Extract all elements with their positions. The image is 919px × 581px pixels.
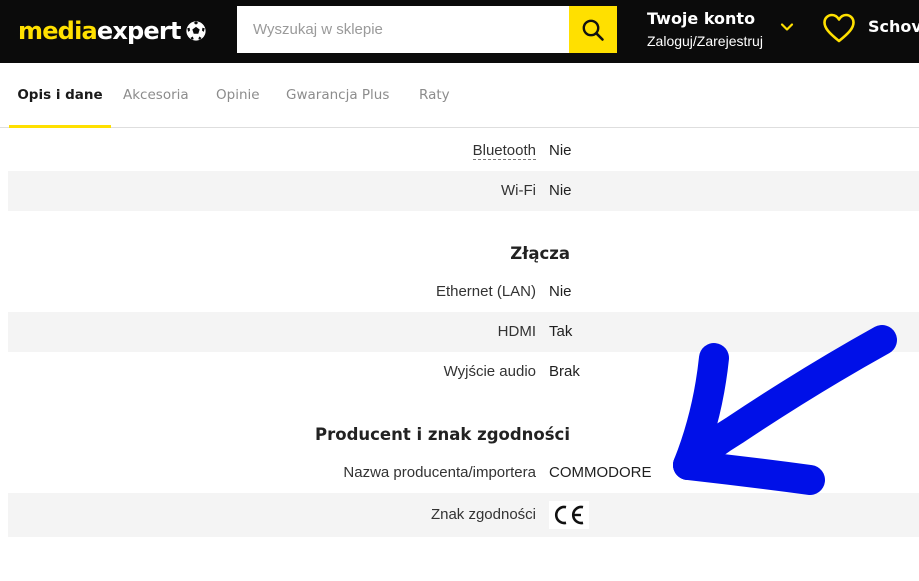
- spec-label[interactable]: Bluetooth: [472, 131, 536, 171]
- logo-media-text: media: [18, 17, 98, 45]
- tab-description[interactable]: Opis i dane: [9, 63, 111, 128]
- tab-accessories[interactable]: Akcesoria: [111, 63, 201, 127]
- spec-label: Wyjście audio: [443, 363, 536, 380]
- heart-icon[interactable]: [822, 12, 856, 46]
- section-title-connectors: Złącza: [510, 244, 570, 263]
- account-title: Twoje konto: [647, 9, 756, 28]
- annotation-arrow: [673, 325, 897, 495]
- spec-label: Nazwa producenta/importera: [343, 464, 536, 481]
- search-icon: [582, 19, 604, 41]
- spec-value: Nie: [549, 283, 572, 300]
- spec-label: Znak zgodności: [430, 506, 536, 523]
- bluetooth-label[interactable]: Bluetooth: [472, 142, 536, 160]
- search-button[interactable]: [569, 6, 617, 53]
- site-header: mediaexpert Twoje konto Zaloguj/Zarejest…: [0, 0, 919, 63]
- tab-warranty-plus[interactable]: Gwarancja Plus: [274, 63, 401, 127]
- account-login-link[interactable]: Zaloguj/Zarejestruj: [647, 31, 763, 51]
- chevron-down-icon[interactable]: [780, 20, 794, 34]
- soccer-ball-icon: [186, 21, 206, 41]
- search-input[interactable]: [237, 6, 569, 53]
- spec-value: Brak: [549, 363, 580, 380]
- tab-reviews[interactable]: Opinie: [204, 63, 272, 127]
- tab-installments[interactable]: Raty: [407, 63, 462, 127]
- ce-mark-icon: [554, 505, 584, 525]
- favorites-label[interactable]: Schov: [868, 17, 919, 36]
- mediaexpert-logo[interactable]: media expert: [18, 14, 207, 48]
- logo-expert-text: expert: [96, 17, 182, 45]
- ce-mark: [549, 501, 589, 529]
- spec-row-ethernet: Ethernet (LAN) Nie: [8, 272, 919, 312]
- spec-value: COMMODORE: [549, 464, 652, 481]
- spec-value: Nie: [549, 142, 572, 159]
- search-bar: [237, 6, 617, 53]
- spec-label: HDMI: [497, 323, 536, 340]
- product-tabs: Opis i dane Akcesoria Opinie Gwarancja P…: [0, 63, 919, 128]
- spec-label: Ethernet (LAN): [435, 283, 536, 300]
- account-menu[interactable]: Twoje konto Zaloguj/Zarejestruj: [647, 9, 763, 51]
- spec-row-wifi: Wi-Fi Nie: [8, 171, 919, 211]
- spec-label: Wi-Fi: [501, 182, 536, 199]
- spec-value: Tak: [549, 323, 573, 340]
- spec-value: Nie: [549, 182, 572, 199]
- spec-row-bluetooth: Bluetooth Nie: [8, 131, 919, 171]
- section-title-producer: Producent i znak zgodności: [315, 425, 570, 444]
